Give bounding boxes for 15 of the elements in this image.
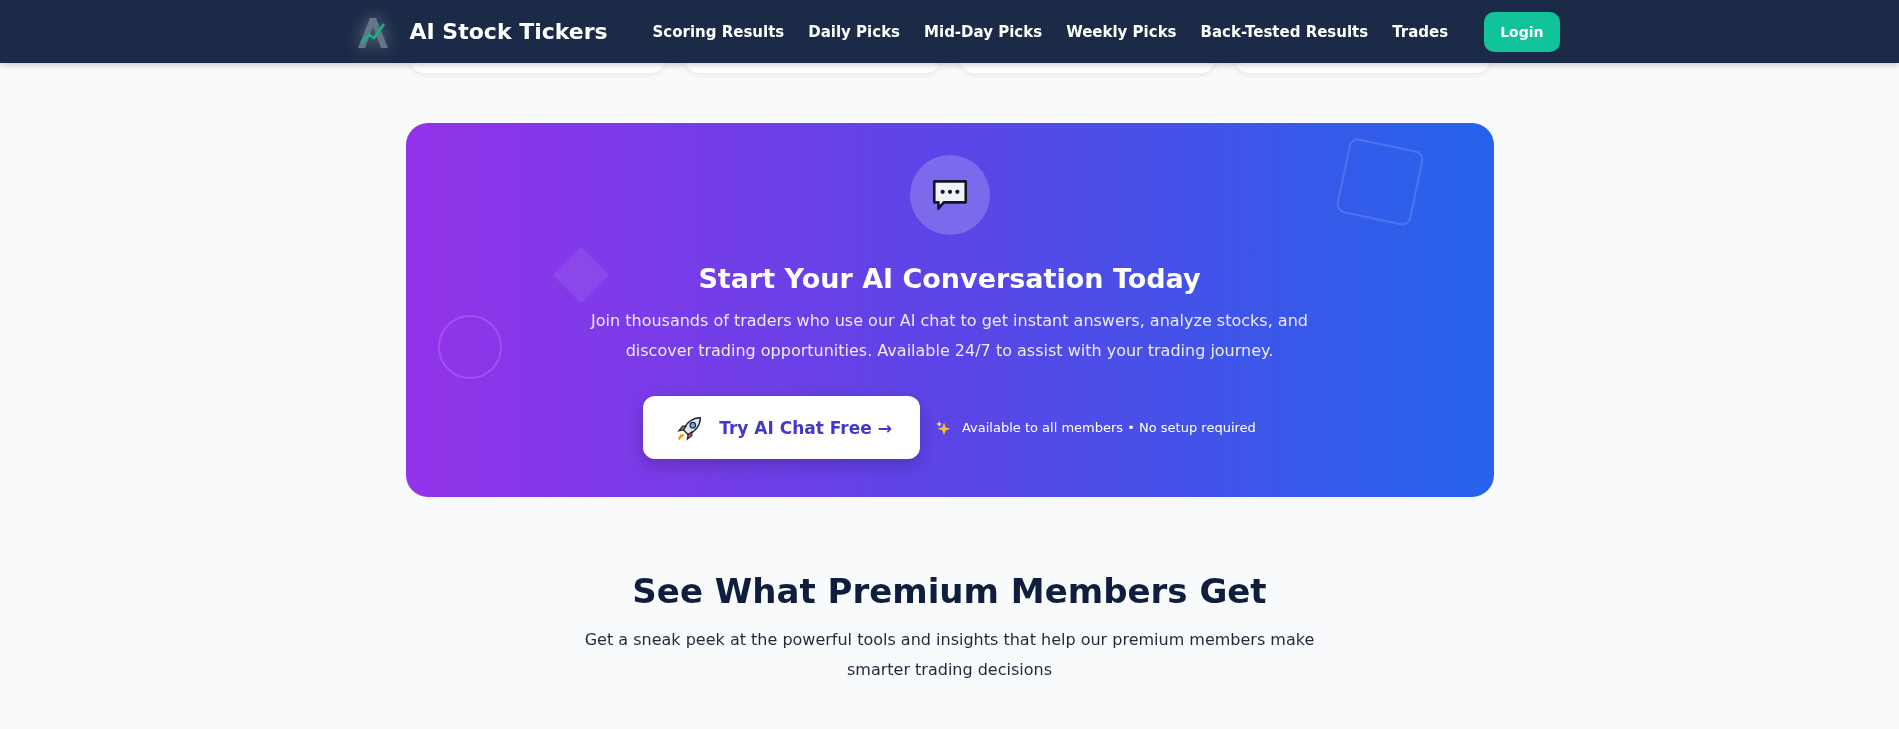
nav-link[interactable]: Back-Tested Results: [1194, 16, 1375, 47]
try-chat-button[interactable]: Try AI Chat Free →: [643, 396, 920, 459]
sparkles-icon: [935, 419, 952, 436]
banner-title: Start Your AI Conversation Today: [698, 263, 1201, 294]
nav-link[interactable]: Weekly Picks: [1060, 16, 1183, 47]
section-subtitle: Get a sneak peek at the powerful tools and insights that help our premium members make smarter trading decisions: [583, 629, 1316, 681]
availability-note: Available to all members • No setup required: [961, 420, 1256, 435]
nav-link[interactable]: Daily Picks: [802, 16, 907, 47]
nav-link[interactable]: Mid-Day Picks: [918, 16, 1049, 47]
section-title: See What Premium Members Get: [632, 571, 1267, 611]
circle-shape: [437, 315, 502, 379]
banner-description: Join thousands of traders who use our AI chat to get instant answers, analyze stocks, and discover trading opportunities. Available 24/7 to assist with your trading journey.: [589, 310, 1309, 362]
brand-name[interactable]: AI Stock Tickers: [409, 19, 608, 44]
nav-link[interactable]: Scoring Results: [646, 16, 791, 47]
nav-link[interactable]: Trades: [1386, 16, 1455, 47]
